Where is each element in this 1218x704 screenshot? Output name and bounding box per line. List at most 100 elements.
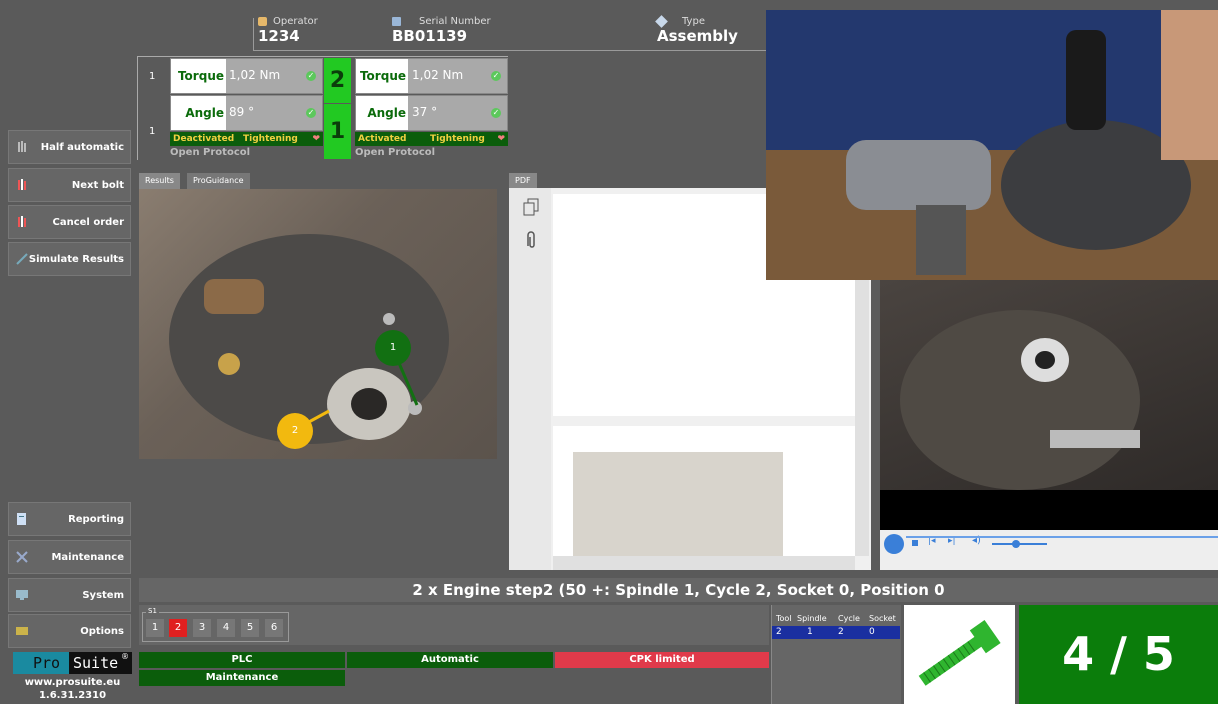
right-mode-badge: Tightening ❤ (427, 132, 508, 146)
system-button[interactable]: System (8, 578, 131, 612)
bolt-counter: 4 / 5 (1019, 605, 1218, 704)
copy-icon[interactable] (522, 198, 540, 216)
serial-value: BB01139 (392, 27, 468, 45)
cycle-button[interactable]: 1 (146, 619, 164, 637)
type-field: Type Assembly (655, 15, 738, 45)
operator-icon (258, 17, 267, 26)
half-automatic-button[interactable]: Half automatic (8, 130, 131, 164)
pdf-horizontal-scrollbar[interactable] (553, 556, 855, 570)
cycle-button[interactable]: 6 (265, 619, 283, 637)
tab-proguidance[interactable]: ProGuidance (187, 173, 250, 189)
tab-pdf[interactable]: PDF (509, 173, 537, 189)
options-button[interactable]: Options (8, 614, 131, 648)
maintenance-button[interactable]: Maintenance (8, 540, 131, 574)
right-angle-box: Angle 37 ° ✓ (355, 95, 508, 131)
simulate-results-label: Simulate Results (28, 253, 124, 265)
maintenance-label: Maintenance (51, 551, 124, 563)
tool-table-row[interactable] (772, 626, 900, 639)
pdf-part-image (573, 452, 783, 556)
brand-url[interactable]: www.prosuite.eu (13, 677, 132, 688)
left-angle-value: 89 ° (229, 105, 255, 119)
left-torque-box: Torque 1,02 Nm ✓ (170, 58, 323, 94)
tool-table-header: Tool (776, 614, 792, 623)
marker-bolt-2[interactable]: 2 (277, 413, 313, 449)
live-camera-feed (766, 10, 1218, 280)
reporting-label: Reporting (68, 513, 124, 525)
tool-table-cell: 0 (869, 627, 875, 637)
tool-table-cell: 1 (807, 627, 813, 637)
part-illustration (169, 234, 449, 444)
row1-index: 1 (149, 71, 156, 82)
computer-icon (16, 590, 28, 600)
heart-icon: ❤ (312, 134, 320, 144)
cycle-button[interactable]: 5 (241, 619, 259, 637)
options-icon (16, 627, 28, 635)
header-divider (253, 18, 254, 50)
video-player: |◂ ▸| ◂) (880, 280, 1218, 570)
left-mode-label: Tightening (243, 134, 298, 144)
left-torque-label: Torque (171, 59, 226, 93)
ok-check-icon: ✓ (306, 71, 316, 81)
header-underline (253, 50, 773, 51)
prosuite-logo: Pro Suite ® (13, 652, 132, 674)
ok-check-icon: ✓ (491, 108, 501, 118)
bolt-preview (904, 605, 1015, 704)
tool-table-cell: 2 (776, 627, 782, 637)
volume-slider-thumb[interactable] (1012, 540, 1020, 548)
cycle-group-label: S1 (146, 607, 159, 615)
heart-icon: ❤ (497, 134, 505, 144)
tool-table-header: Cycle (838, 614, 860, 623)
tab-results[interactable]: Results (139, 173, 180, 189)
hand-cancel-icon (18, 216, 26, 227)
left-angle-label: Angle (171, 96, 226, 130)
cancel-order-label: Cancel order (52, 216, 125, 228)
ok-check-icon: ✓ (306, 108, 316, 118)
step-title: 2 x Engine step2 (50 +: Spindle 1, Cycle… (139, 578, 1218, 602)
tools-icon (16, 551, 28, 563)
hand-stop-icon (18, 179, 26, 190)
stop-icon[interactable] (912, 540, 918, 546)
next-bolt-button[interactable]: Next bolt (8, 168, 131, 202)
cycle-button[interactable]: 4 (217, 619, 235, 637)
spindle-count-bottom: 1 (324, 104, 351, 159)
right-torque-label: Torque (356, 59, 408, 93)
left-state-badge: Deactivated (170, 132, 240, 146)
right-angle-value: 37 ° (412, 105, 438, 119)
row2-index: 1 (149, 126, 156, 137)
cancel-order-button[interactable]: Cancel order (8, 205, 131, 239)
version-text: 1.6.31.2310 (38, 690, 107, 701)
serial-field: Serial Number BB01139 (392, 16, 491, 45)
right-angle-label: Angle (356, 96, 408, 130)
ok-check-icon: ✓ (491, 71, 501, 81)
logo-pro: Pro (33, 654, 61, 672)
part-video-illustration (900, 310, 1140, 490)
operator-value: 1234 (258, 27, 300, 45)
cycle-button-active[interactable]: 2 (169, 619, 187, 637)
seek-bar[interactable] (906, 536, 1218, 538)
marker-bolt-1[interactable]: 1 (375, 330, 411, 366)
bolt-icon (918, 620, 1001, 686)
left-angle-box: Angle 89 ° ✓ (170, 95, 323, 131)
video-frame (880, 280, 1218, 490)
attachment-icon[interactable] (524, 230, 538, 250)
operator-field: Operator 1234 (258, 16, 318, 45)
rusty-fitting (204, 279, 264, 314)
logo-reg: ® (121, 652, 129, 661)
logo-suite: Suite (73, 654, 119, 672)
right-torque-value: 1,02 Nm (412, 68, 464, 82)
right-state-badge: Activated (355, 132, 427, 146)
wrench-icon (655, 15, 668, 28)
plc-status: PLC (139, 652, 345, 668)
maintenance-status: Maintenance (139, 670, 345, 686)
pause-icon[interactable] (884, 534, 904, 554)
options-label: Options (80, 625, 124, 637)
cycle-button[interactable]: 3 (193, 619, 211, 637)
simulate-results-button[interactable]: Simulate Results (8, 242, 131, 276)
serial-label: Serial Number (419, 16, 491, 27)
screwdriver-icon (16, 253, 28, 265)
part-photo: 1 2 (139, 189, 497, 459)
serial-icon (392, 17, 401, 26)
type-value: Assembly (657, 27, 738, 45)
reporting-button[interactable]: Reporting (8, 502, 131, 536)
right-protocol: Open Protocol (355, 147, 436, 158)
